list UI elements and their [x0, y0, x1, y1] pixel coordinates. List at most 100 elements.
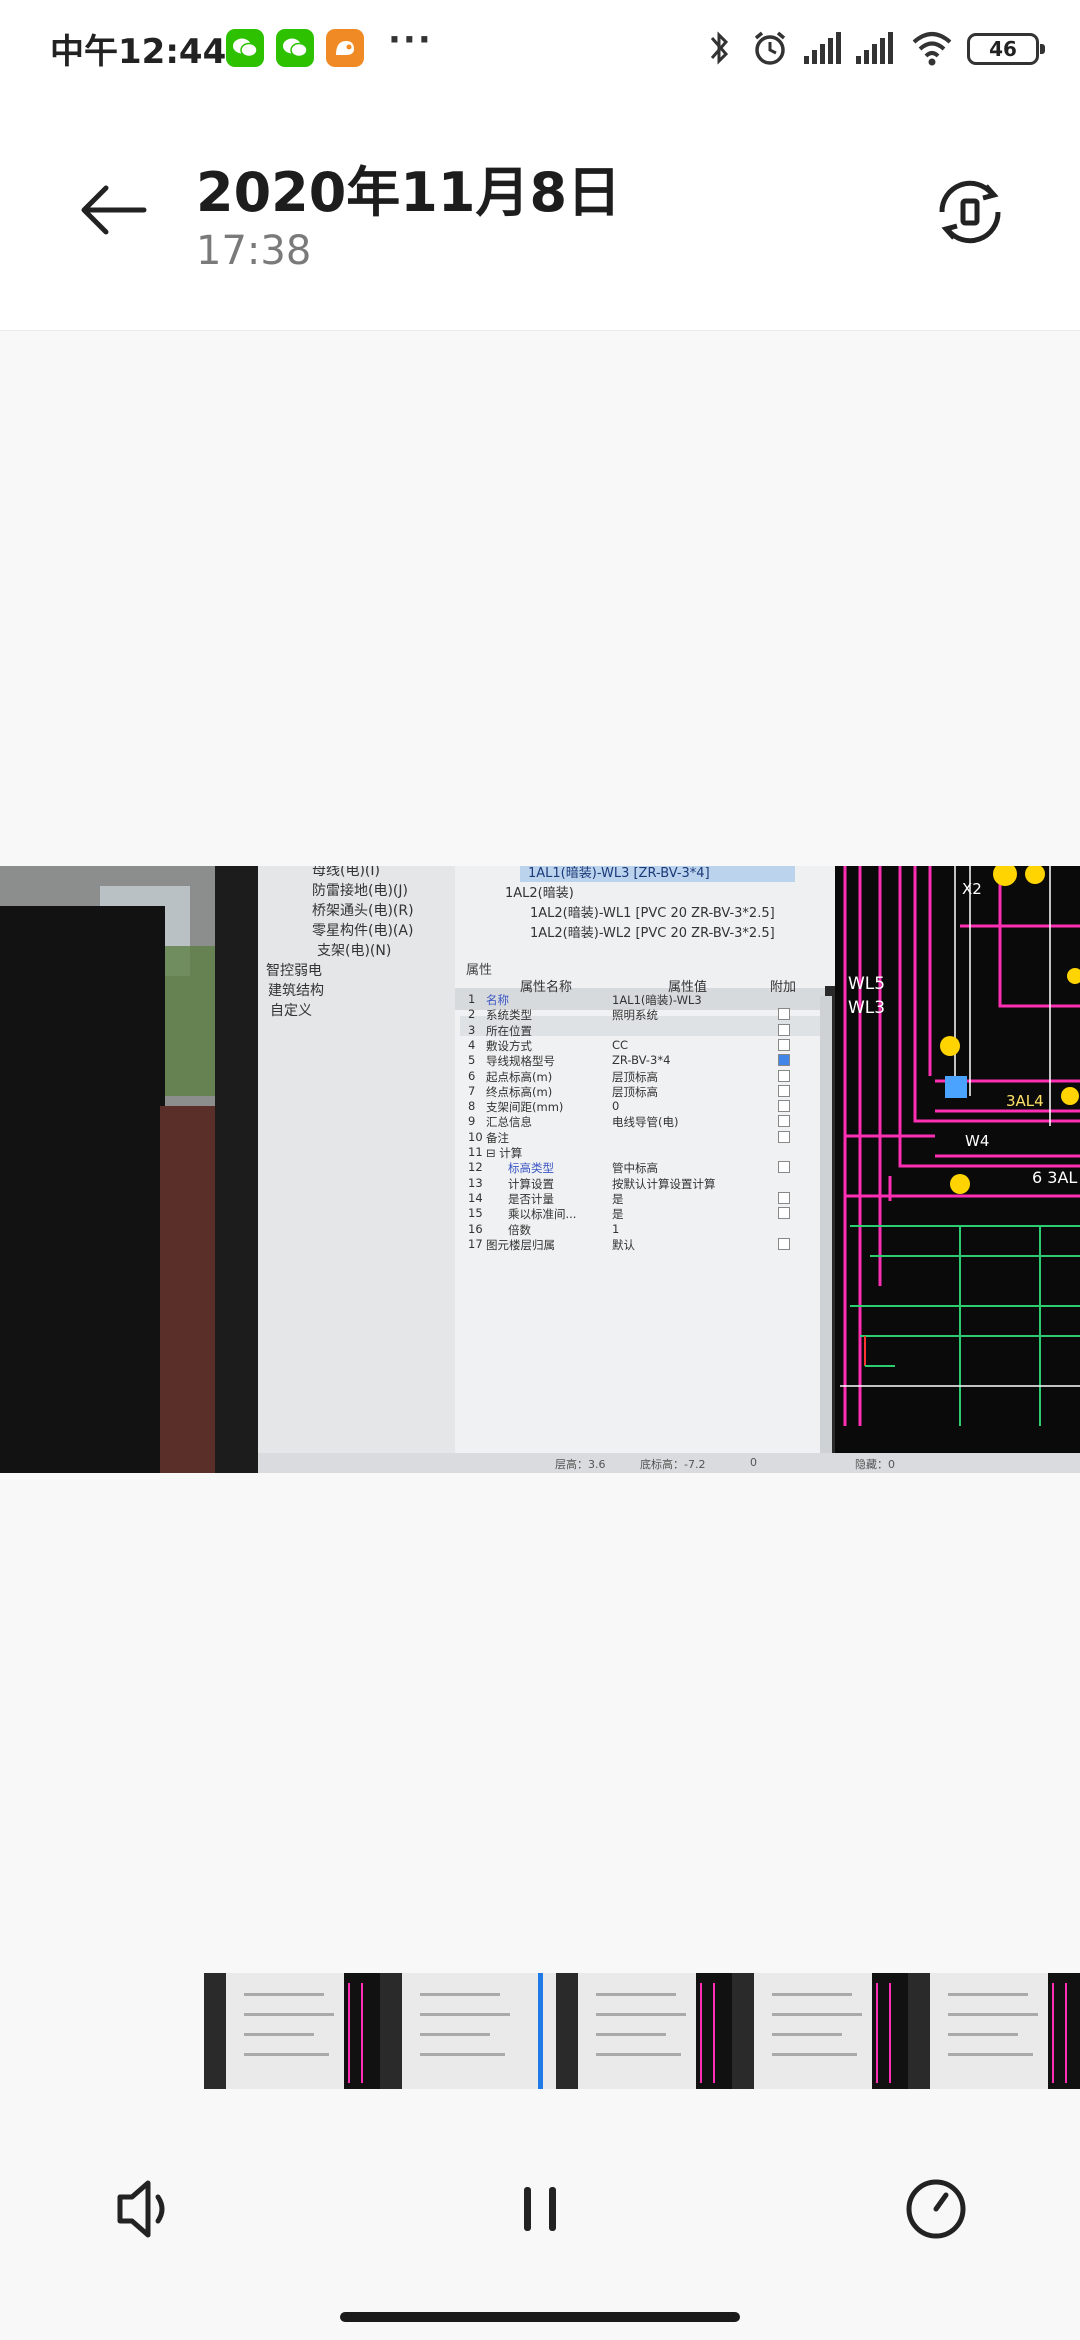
property-name: ⊟ 计算 [486, 1146, 523, 1160]
property-row: 4 敷设方式 CC [462, 1038, 822, 1053]
playhead[interactable] [538, 1973, 543, 2089]
property-name: 名称 [486, 993, 509, 1007]
row-number: 11 [468, 1145, 483, 1159]
property-name: 起点标高(m) [486, 1069, 553, 1084]
panel-title: 属性 [466, 963, 493, 978]
title-bar: 2020年11月8日 17:38 [0, 96, 1080, 331]
property-name: 汇总信息 [486, 1115, 532, 1130]
property-row: 9 汇总信息 电线导管(电) [462, 1114, 822, 1129]
property-name: 备注 [486, 1130, 509, 1145]
property-value: 层顶标高 [612, 1069, 658, 1084]
property-row: 13 计算设置 按默认计算设置计算 [462, 1176, 822, 1191]
pause-icon[interactable] [500, 2169, 580, 2249]
filmstrip-thumbnail[interactable] [908, 1973, 1080, 2089]
checkbox[interactable] [778, 1023, 790, 1036]
checkbox[interactable] [778, 1130, 790, 1143]
media-viewer[interactable]: 母线(电)(I) 防雷接地(电)(J) 桥架通头(电)(R) 零星构件(电)(A… [0, 331, 1080, 1971]
property-name: 导线规格型号 [486, 1054, 555, 1069]
filmstrip-thumbnail[interactable] [204, 1973, 380, 2089]
signal-icon [856, 32, 893, 64]
row-number: 12 [468, 1160, 483, 1175]
row-number: 1 [468, 992, 476, 1006]
property-row: 10 备注 [462, 1130, 822, 1145]
checkbox[interactable] [778, 1161, 790, 1174]
home-indicator[interactable] [340, 2312, 740, 2322]
tree-item: 防雷接地(电)(J) [312, 883, 408, 899]
page-subtitle-time: 17:38 [196, 228, 312, 274]
signal-icon [804, 32, 841, 64]
property-name: 标高类型 [508, 1161, 554, 1176]
property-row: 17 图元楼层归属 默认 [462, 1237, 822, 1252]
checked-checkbox[interactable] [778, 1054, 790, 1067]
bluetooth-icon [710, 31, 729, 65]
property-value: 0 [612, 1099, 620, 1114]
filmstrip-thumbnail[interactable] [556, 1973, 732, 2089]
row-number: 15 [468, 1206, 483, 1221]
checkbox[interactable] [778, 1038, 790, 1051]
property-name: 所在位置 [486, 1023, 532, 1038]
speaker-icon[interactable] [104, 2169, 184, 2249]
speedometer-icon[interactable] [896, 2169, 976, 2249]
property-row: 6 起点标高(m) 层顶标高 [462, 1069, 822, 1084]
checkbox[interactable] [778, 1191, 790, 1204]
status-text: 隐藏：0 [855, 1458, 895, 1471]
property-row: 3 所在位置 [462, 1023, 822, 1038]
list-item: 1AL2(暗装) [505, 886, 574, 901]
property-value: 按默认计算设置计算 [612, 1176, 716, 1191]
row-number: 13 [468, 1175, 483, 1190]
status-text: 层高：3.6 [555, 1458, 606, 1471]
property-name: 系统类型 [486, 1008, 532, 1023]
property-name: 计算设置 [508, 1176, 554, 1191]
property-value: 照明系统 [612, 1008, 658, 1023]
status-bar: 中午12:44 ··· 46 [0, 0, 1080, 96]
property-value: 是 [612, 1191, 624, 1206]
checkbox[interactable] [778, 1008, 790, 1021]
row-number: 8 [468, 1099, 476, 1114]
arrow-left-icon[interactable] [74, 168, 158, 252]
property-value: 电线导管(电) [612, 1115, 679, 1130]
row-number: 3 [468, 1022, 476, 1037]
checkbox[interactable] [778, 1115, 790, 1128]
property-row: 12 标高类型 管中标高 [462, 1160, 822, 1175]
checkbox[interactable] [778, 1084, 790, 1097]
property-name: 终点标高(m) [486, 1084, 553, 1099]
property-name: 敷设方式 [486, 1038, 532, 1053]
list-item: 1AL2(暗装)-WL2 [PVC 20 ZR-BV-3*2.5] [530, 926, 775, 941]
property-row: 7 终点标高(m) 层顶标高 [462, 1084, 822, 1099]
tree-item: 智控弱电 [266, 963, 322, 979]
property-name: 是否计量 [508, 1191, 554, 1206]
property-value: 层顶标高 [612, 1084, 658, 1099]
video-frame[interactable]: 母线(电)(I) 防雷接地(电)(J) 桥架通头(电)(R) 零星构件(电)(A… [0, 866, 1080, 1473]
row-number: 17 [468, 1236, 483, 1251]
filmstrip-thumbnail[interactable] [380, 1973, 556, 2089]
cad-label: X2 [962, 880, 982, 898]
list-item: 1AL1(暗装)-WL3 [ZR-BV-3*4] [528, 866, 710, 881]
property-value: 是 [612, 1207, 624, 1222]
page-title: 2020年11月8日 [196, 161, 622, 224]
rotate-screen-icon[interactable] [930, 172, 1010, 252]
playback-controls [0, 2089, 1080, 2340]
row-number: 2 [468, 1007, 476, 1022]
battery-icon: 46 [967, 33, 1045, 65]
property-row: 16 倍数 1 [462, 1222, 822, 1237]
checkbox[interactable] [778, 1100, 790, 1113]
property-value: CC [612, 1037, 629, 1052]
filmstrip-thumbnail[interactable] [732, 1973, 908, 2089]
property-row: 8 支架间距(mm) 0 [462, 1099, 822, 1114]
uc-browser-icon [326, 29, 364, 67]
checkbox[interactable] [778, 1069, 790, 1082]
checkbox[interactable] [778, 1237, 790, 1250]
property-row: 11 ⊟ 计算 [462, 1145, 822, 1160]
alarm-icon [754, 31, 786, 65]
tree-item: 建筑结构 [268, 983, 324, 999]
filmstrip[interactable] [204, 1973, 1080, 2089]
property-name: 乘以标准间... [508, 1207, 577, 1222]
property-name: 支架间距(mm) [486, 1100, 564, 1115]
row-number: 16 [468, 1221, 483, 1236]
tree-item: 母线(电)(I) [312, 866, 380, 879]
cad-label: 6 3AL [1032, 1168, 1078, 1187]
property-value: ZR-BV-3*4 [612, 1053, 671, 1068]
tree-item: 自定义 [270, 1003, 312, 1019]
checkbox[interactable] [778, 1207, 790, 1220]
status-time: 中午12:44 [50, 32, 227, 72]
